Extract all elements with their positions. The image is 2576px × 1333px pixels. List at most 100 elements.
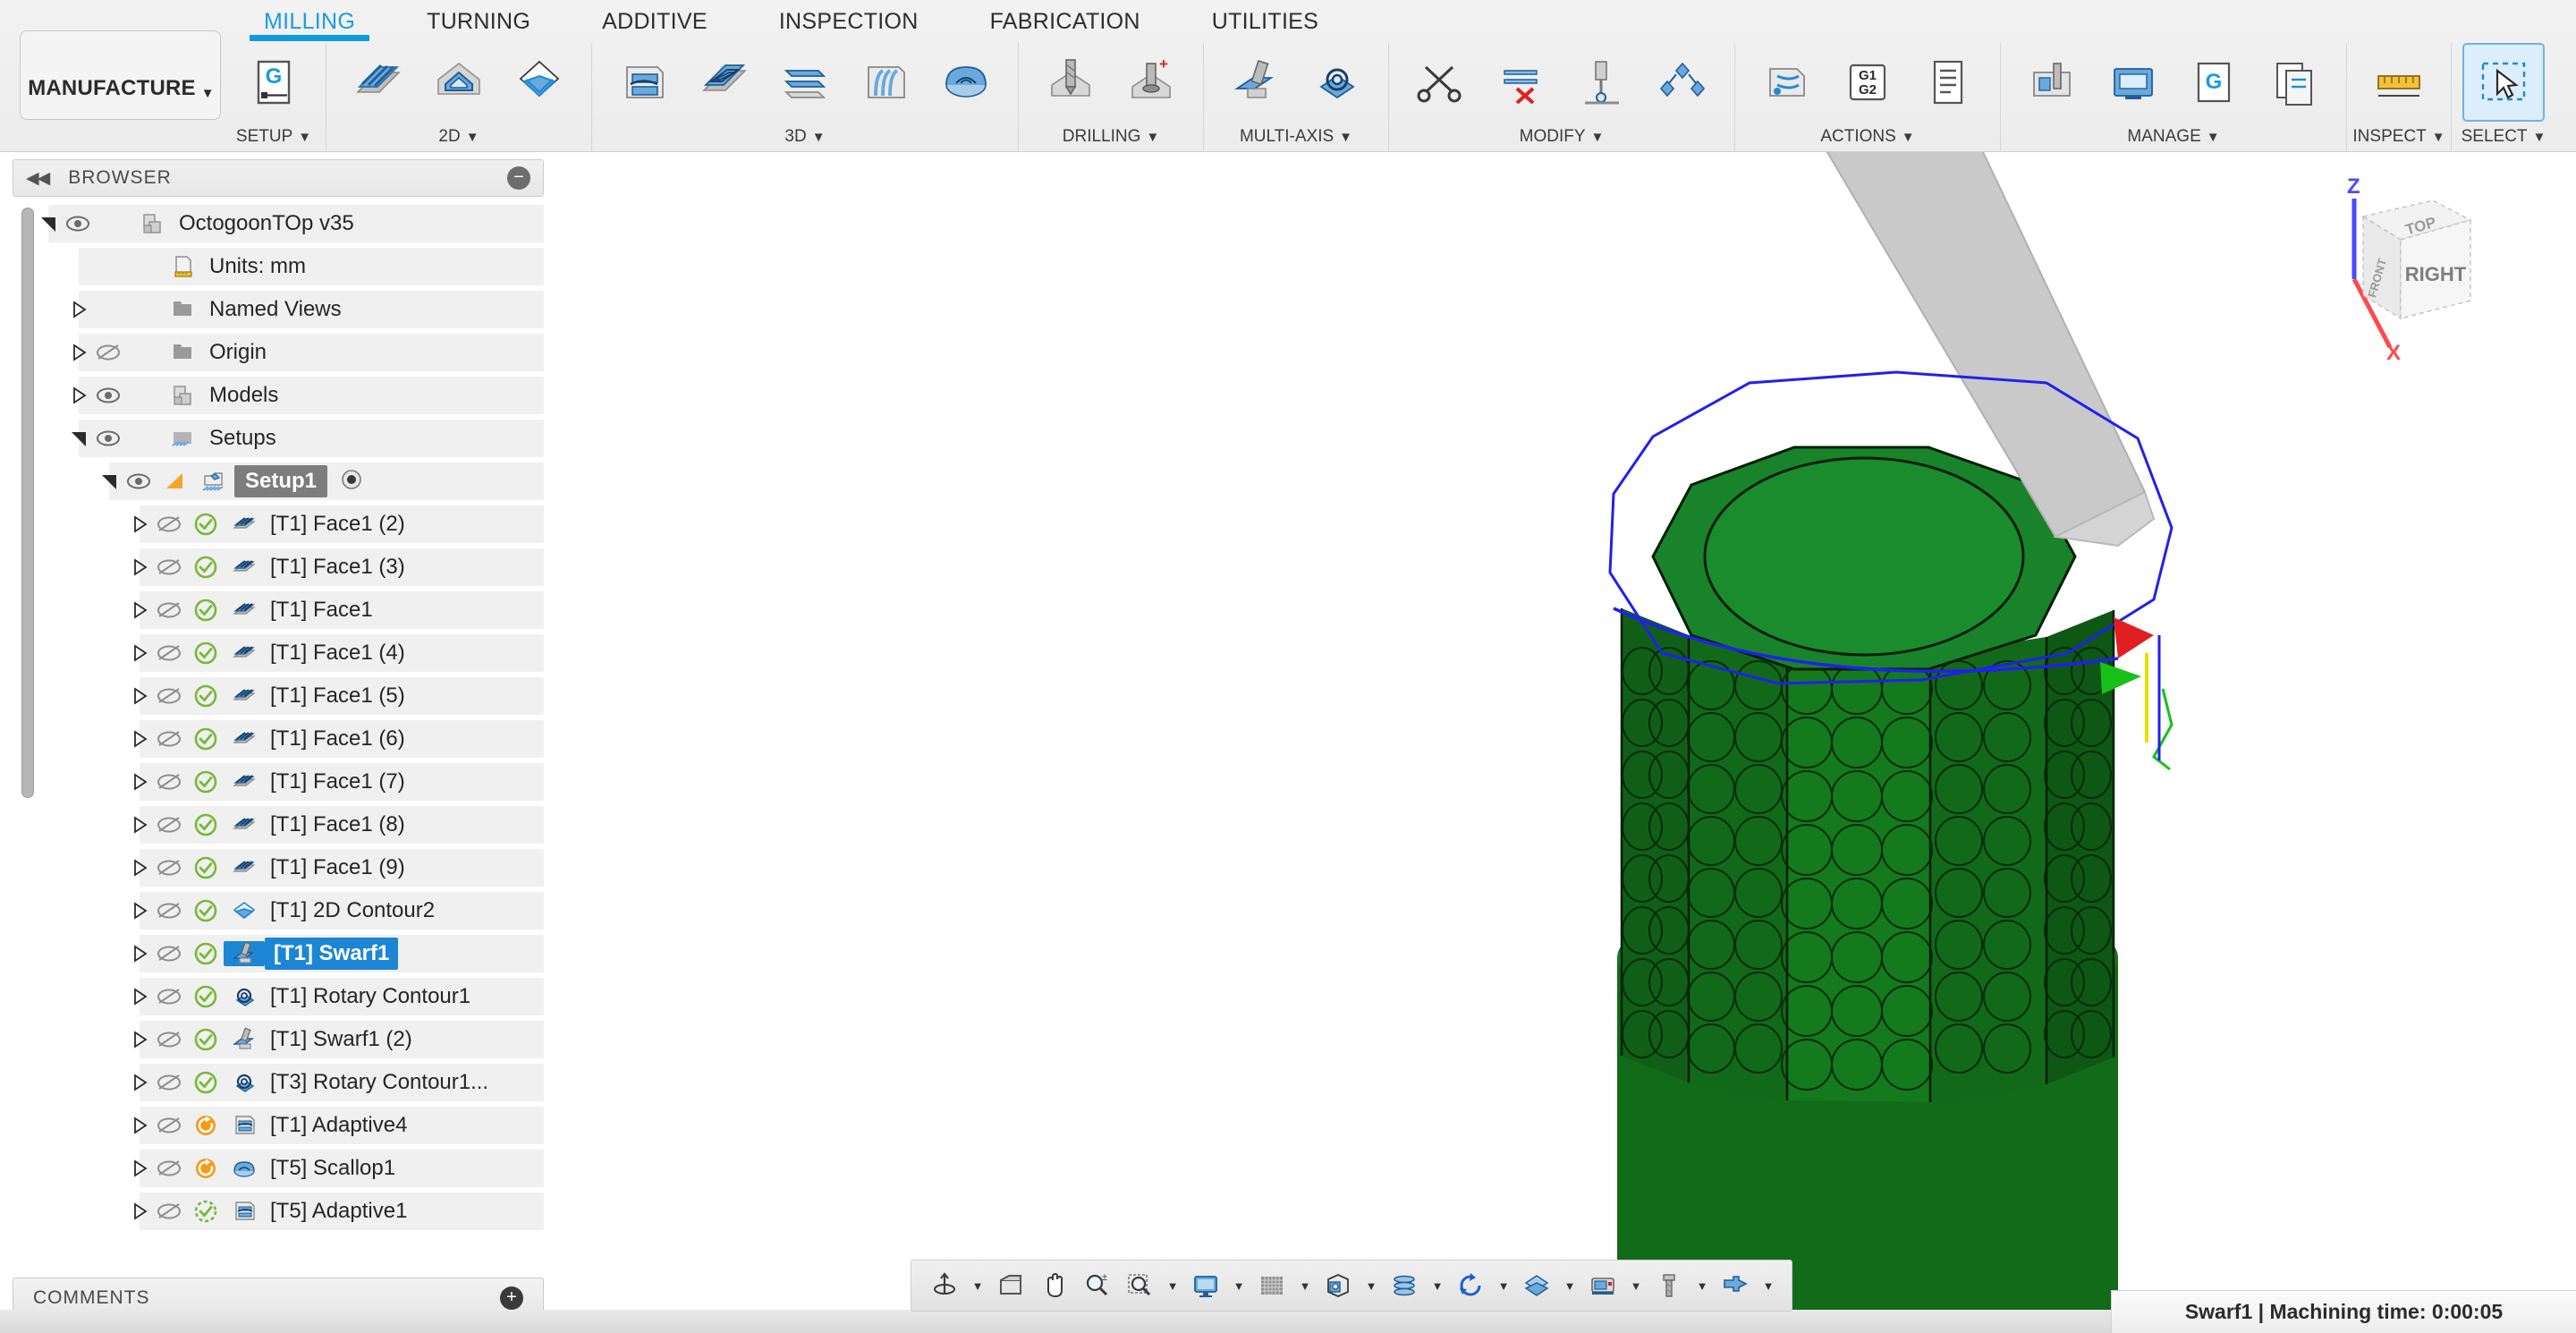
tool-library-icon[interactable] [2013,45,2092,120]
visibility-eye-icon[interactable] [150,901,188,921]
view-cube[interactable]: Z X TOP FRONT RIGHT [2308,161,2522,376]
visibility-eye-icon[interactable] [150,815,188,835]
tab-inspection[interactable]: INSPECTION [743,0,954,43]
expand-arrow-icon[interactable] [68,428,89,449]
tree-row[interactable]: OctogoonTOp v35 [13,202,544,245]
collapse-left-icon[interactable]: ◀◀ [26,168,48,189]
expand-arrow-icon[interactable] [129,814,150,836]
tree-row[interactable]: Origin [13,331,544,374]
visibility-eye-icon[interactable] [150,1159,188,1178]
chevron-down-icon[interactable]: ▼ [1559,1265,1580,1306]
ribbon-group-modify-label[interactable]: MODIFY▼ [1394,122,1729,152]
expand-arrow-icon[interactable] [129,556,150,578]
tree-row[interactable]: [T1] Rotary Contour1 [13,975,544,1018]
expand-arrow-icon[interactable] [129,900,150,921]
expand-arrow-icon[interactable] [129,1029,150,1050]
chevron-down-icon[interactable]: ▼ [1162,1265,1183,1306]
chevron-down-icon[interactable]: ▼ [1691,1265,1713,1306]
visibility-eye-icon[interactable] [150,643,188,663]
post-process-icon[interactable]: G1 G2 [1828,45,1907,120]
tree-row[interactable]: [T5] Adaptive1 [13,1190,544,1233]
visibility-eye-icon[interactable] [89,429,127,448]
chevron-down-icon[interactable]: ▼ [1360,1265,1382,1306]
chevron-down-icon[interactable]: ▼ [1758,1265,1779,1306]
tree-row[interactable]: [T1] Adaptive4 [13,1104,544,1147]
tree-row[interactable]: [T1] Face1 [13,589,544,632]
chevron-down-icon[interactable]: ▼ [967,1265,988,1306]
expand-arrow-icon[interactable] [129,857,150,879]
ribbon-group-3d-label[interactable]: 3D▼ [597,122,1013,152]
orbit-icon[interactable] [924,1265,965,1306]
tree-row[interactable]: [T1] Face1 (3) [13,546,544,589]
visibility-eye-icon[interactable] [150,772,188,792]
chevron-down-icon[interactable]: ▼ [1427,1265,1448,1306]
tree-row[interactable]: [T1] Face1 (7) [13,760,544,803]
plus-icon[interactable]: + [500,1286,523,1310]
visibility-eye-icon[interactable] [89,386,127,405]
visibility-eye-icon[interactable] [150,1030,188,1049]
viewports-icon[interactable] [1318,1265,1359,1306]
ribbon-group-actions-label[interactable]: ACTIONS▼ [1741,122,1995,152]
tree-row[interactable]: [T1] 2D Contour2 [13,889,544,932]
pocket-clearing-icon[interactable] [685,45,764,120]
zoom-icon[interactable]: ± [1076,1265,1117,1306]
expand-arrow-icon[interactable] [129,943,150,964]
transform-icon[interactable] [1643,45,1722,120]
tab-milling[interactable]: MILLING [228,0,391,43]
visibility-eye-icon[interactable] [150,1116,188,1135]
expand-arrow-icon[interactable] [68,256,89,277]
visibility-eye-icon[interactable] [150,686,188,706]
select-icon[interactable] [2464,45,2543,120]
minimize-icon[interactable]: − [507,166,530,190]
display-settings-icon[interactable] [1185,1265,1226,1306]
expand-arrow-icon[interactable] [129,599,150,621]
measure-icon[interactable] [2360,45,2438,120]
visibility-eye-icon[interactable] [150,1073,188,1092]
expand-arrow-icon[interactable] [129,728,150,750]
ribbon-group-manage-label[interactable]: MANAGE▼ [2006,122,2341,152]
pan-hand-icon[interactable] [1033,1265,1074,1306]
workspace-switcher[interactable]: MANUFACTURE ▼ [20,30,221,120]
visibility-eye-icon[interactable] [120,471,157,491]
visibility-eye-icon[interactable] [150,600,188,620]
viewport-3d[interactable]: Z X TOP FRONT RIGHT [544,152,2576,1333]
tree-row[interactable]: [T5] Scallop1 [13,1147,544,1190]
tree-row[interactable]: [T1] Face1 (8) [13,803,544,846]
tab-fabrication[interactable]: FABRICATION [954,0,1176,43]
ribbon-group-2d-label[interactable]: 2D▼ [332,122,586,152]
ribbon-group-setup-label[interactable]: SETUP▼ [227,122,320,152]
face-icon[interactable] [339,45,418,120]
tab-additive[interactable]: ADDITIVE [566,0,743,43]
visibility-eye-icon[interactable] [89,343,127,362]
expand-arrow-icon[interactable] [129,642,150,664]
expand-arrow-icon[interactable] [129,1201,150,1222]
ribbon-group-select-label[interactable]: SELECT▼ [2457,122,2550,152]
scallop-icon[interactable] [927,45,1005,120]
layers-icon[interactable] [1516,1265,1557,1306]
visibility-eye-icon[interactable] [59,214,97,233]
tree-row[interactable]: [T3] Rotary Contour1... [13,1061,544,1104]
machine-library-icon[interactable] [2094,45,2173,120]
visibility-eye-icon[interactable] [150,858,188,878]
ribbon-group-drilling-label[interactable]: DRILLING▼ [1024,122,1198,152]
visibility-eye-icon[interactable] [150,514,188,534]
chevron-down-icon[interactable]: ▼ [1294,1265,1316,1306]
tab-turning[interactable]: TURNING [391,0,566,43]
swarf-icon[interactable] [1216,45,1295,120]
expand-arrow-icon[interactable] [129,685,150,707]
setup-sheet-icon[interactable] [1909,45,1987,120]
ribbon-group-multiaxis-label[interactable]: MULTI-AXIS▼ [1209,122,1383,152]
chevron-down-icon[interactable]: ▼ [1625,1265,1647,1306]
expand-arrow-icon[interactable] [129,986,150,1007]
simulate-icon[interactable] [1748,45,1826,120]
expand-arrow-icon[interactable] [129,1072,150,1093]
generate-icon[interactable]: G [2174,45,2253,120]
tree-row[interactable]: [T1] Face1 (9) [13,846,544,889]
expand-arrow-icon[interactable] [129,514,150,535]
tree-row[interactable]: [T1] Face1 (5) [13,675,544,717]
expand-arrow-icon[interactable] [38,213,59,234]
expand-arrow-icon[interactable] [129,1115,150,1136]
zoom-window-icon[interactable] [1119,1265,1160,1306]
template-icon[interactable] [2255,45,2334,120]
visibility-eye-icon[interactable] [150,944,188,964]
